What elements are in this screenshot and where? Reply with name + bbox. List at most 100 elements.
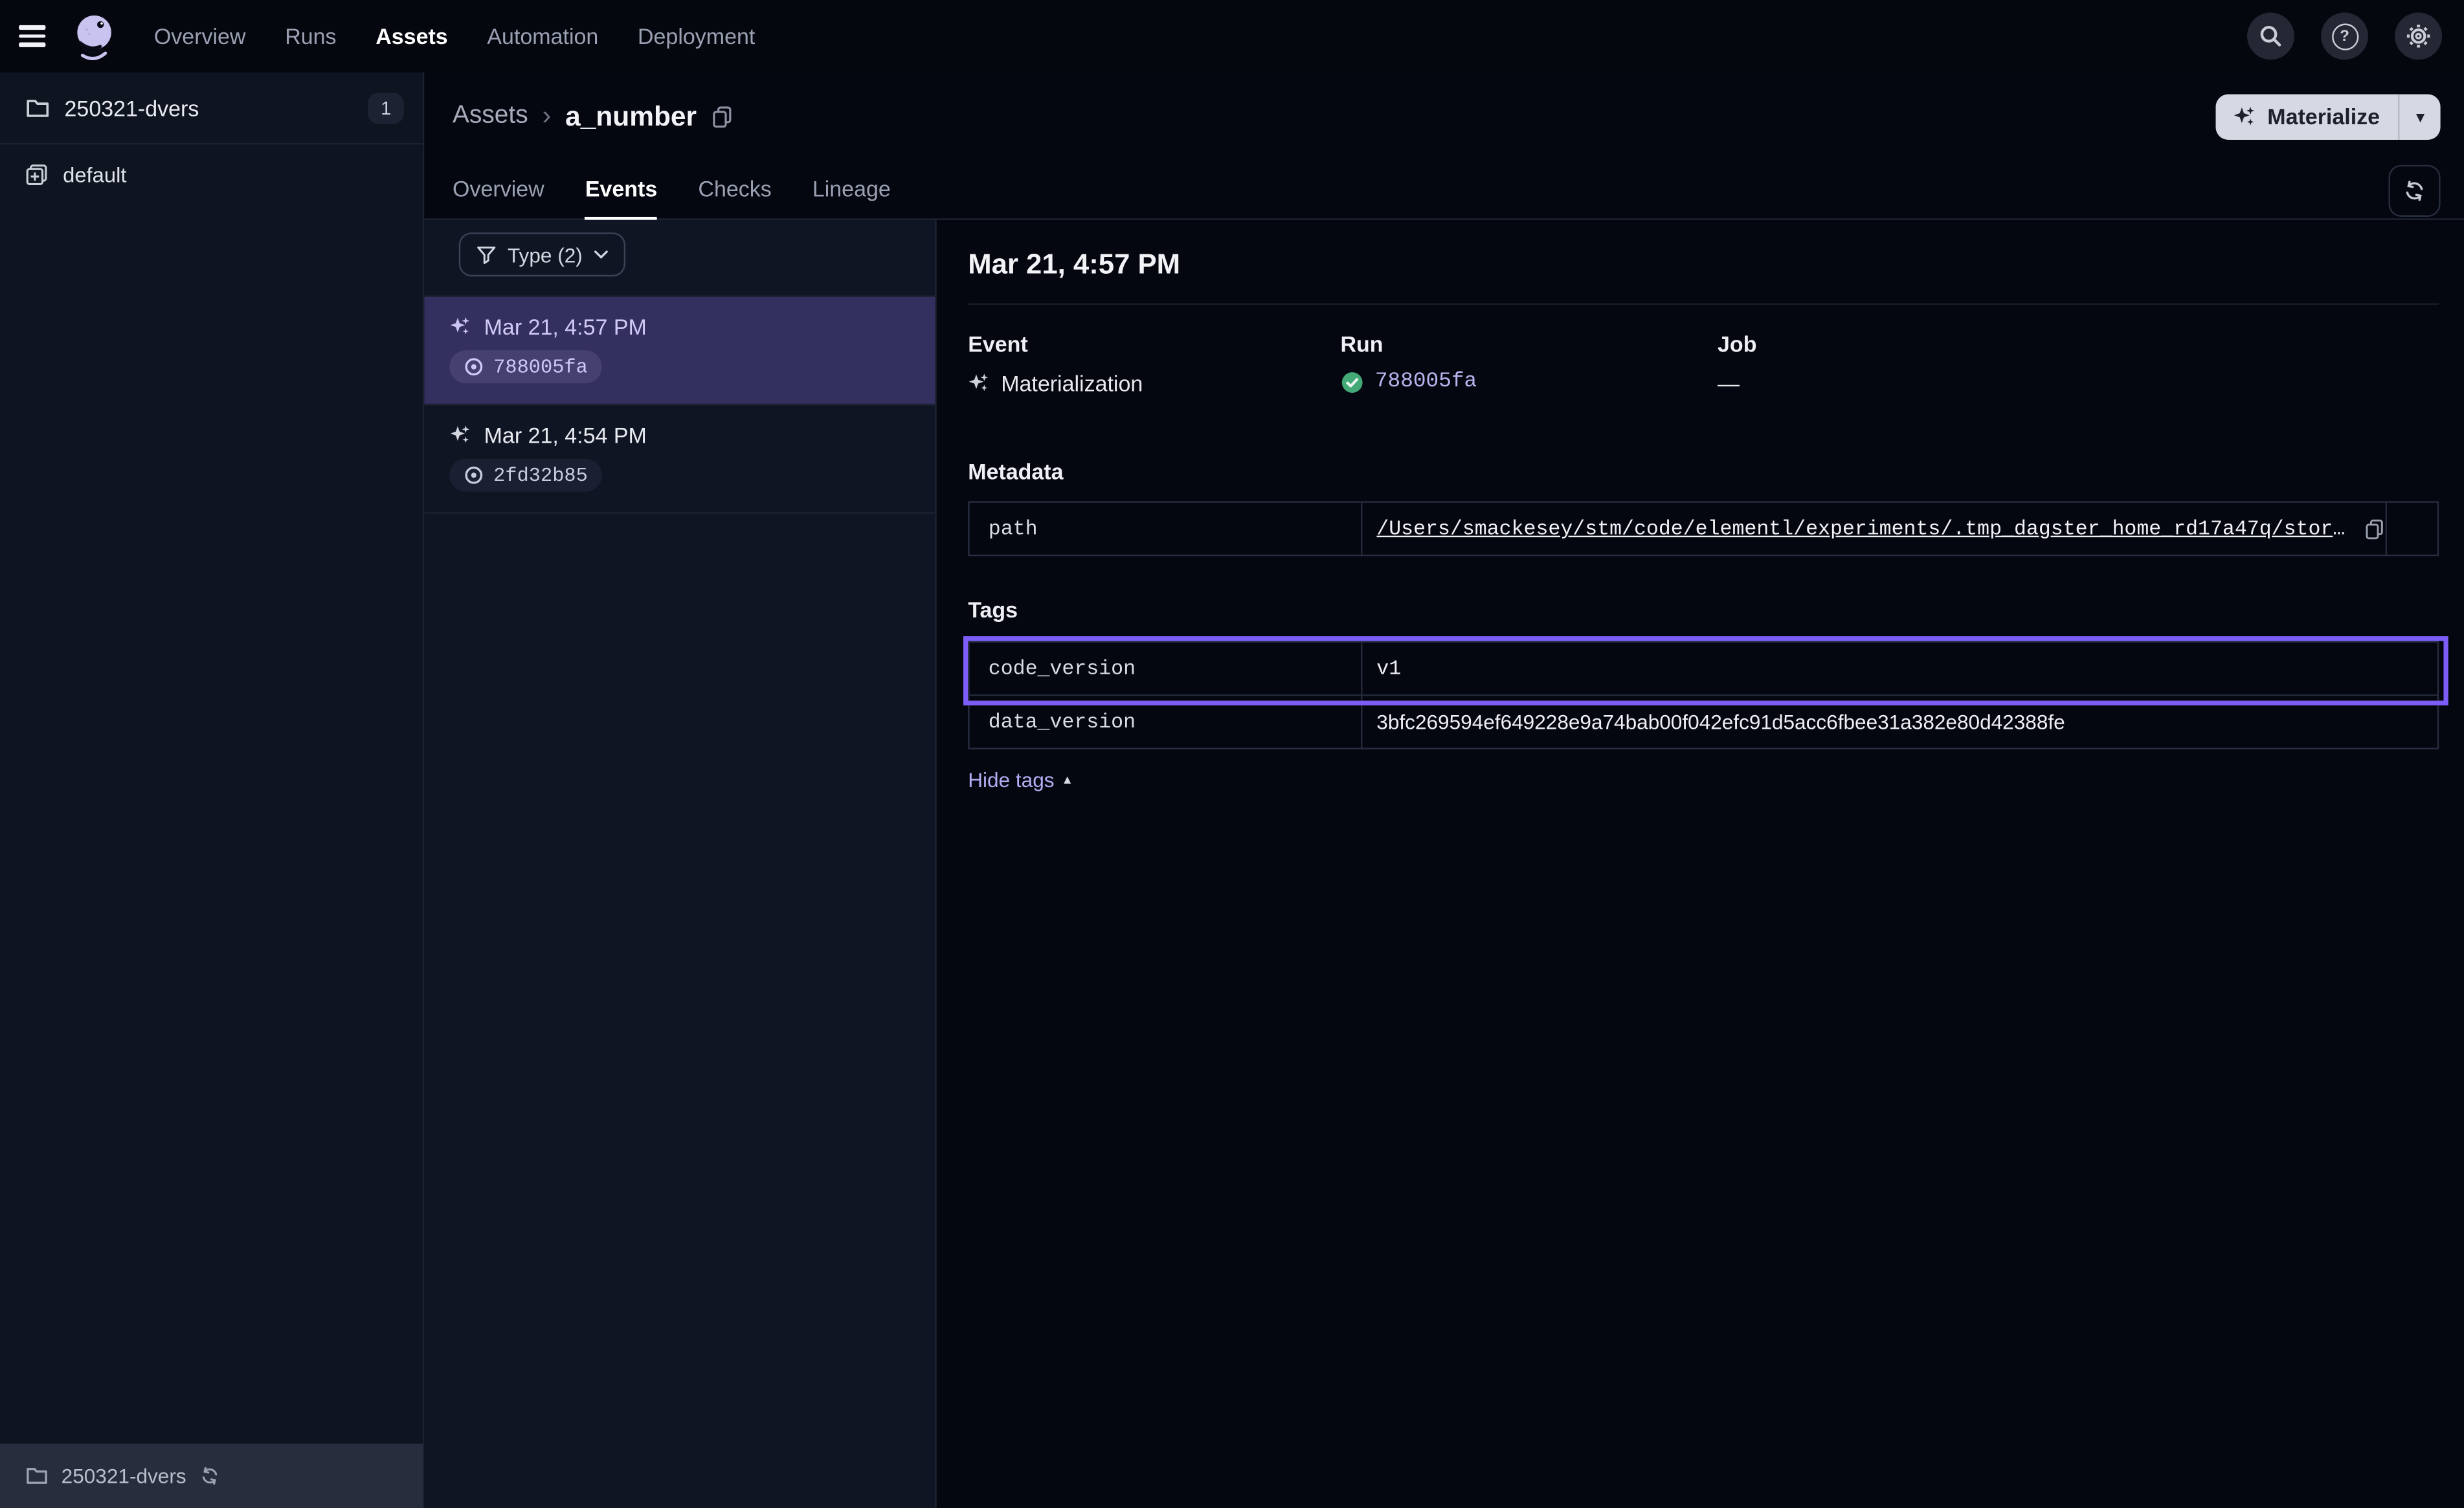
tab-overview[interactable]: Overview — [453, 161, 544, 220]
sidebar: 250321-dvers 1 default 250321-dvers — [0, 72, 424, 1508]
app-window: Overview Runs Assets Automation Deployme… — [0, 0, 2464, 1508]
metadata-row-path: path /Users/smackesey/stm/code/elementl/… — [970, 503, 2437, 555]
tab-events[interactable]: Events — [585, 161, 657, 220]
metadata-table: path /Users/smackesey/stm/code/elementl/… — [968, 501, 2439, 556]
folder-icon — [25, 1464, 49, 1487]
event-detail-panel: Mar 21, 4:57 PM Event — [937, 220, 2464, 1508]
run-id-link[interactable]: 788005fa — [1375, 371, 1477, 394]
event-type-filter[interactable]: Type (2) — [459, 232, 625, 276]
top-nav: Overview Runs Assets Automation Deployme… — [0, 0, 2464, 72]
run-id-text: 2fd32b85 — [493, 464, 588, 486]
search-button[interactable] — [2247, 12, 2294, 60]
materialize-button[interactable]: Materialize — [2215, 93, 2399, 139]
copy-asset-name-button[interactable] — [711, 104, 734, 128]
materialization-sparkle-icon — [968, 372, 990, 394]
help-button[interactable]: ? — [2321, 12, 2368, 60]
tag-row-code-version: code_version v1 — [970, 643, 2437, 694]
run-success-icon — [1340, 371, 1363, 394]
event-list-item[interactable]: Mar 21, 4:54 PM 2fd32b85 — [424, 405, 935, 513]
filter-label: Type (2) — [508, 243, 583, 266]
hide-tags-label: Hide tags — [968, 768, 1054, 792]
run-id-text: 788005fa — [493, 356, 588, 378]
metadata-key: path — [970, 503, 1363, 555]
run-status-icon — [464, 465, 484, 485]
main-panel: Assets › a_number — [424, 72, 2464, 1508]
materialize-split-button: Materialize ▾ — [2215, 93, 2440, 139]
tab-checks-label: Checks — [698, 176, 771, 201]
event-timestamp: Mar 21, 4:57 PM — [484, 314, 647, 339]
help-icon: ? — [2331, 23, 2358, 49]
copy-icon — [711, 104, 734, 128]
event-detail-title: Mar 21, 4:57 PM — [968, 249, 2439, 282]
copy-path-button[interactable] — [2364, 518, 2386, 540]
tag-key: code_version — [970, 643, 1363, 694]
divider — [968, 303, 2439, 304]
footer-repo-name: 250321-dvers — [62, 1464, 186, 1487]
materialize-sparkle-icon — [2233, 104, 2256, 128]
metadata-heading: Metadata — [968, 459, 2439, 484]
run-status-icon — [464, 357, 484, 377]
job-column-label: Job — [1718, 331, 2439, 357]
sidebar-group-label: default — [63, 162, 126, 186]
refresh-icon — [2402, 179, 2426, 203]
tag-value: 3bfc269594ef649228e9a74bab00f042efc91d5a… — [1376, 710, 2065, 733]
asset-tabs: Overview Events Checks Lineage — [424, 161, 2464, 220]
tag-key: data_version — [970, 696, 1363, 748]
metadata-actions-cell — [2386, 503, 2423, 555]
chevron-down-icon — [594, 250, 608, 260]
tags-table: code_version v1 data_version 3bfc269594e… — [968, 641, 2439, 749]
nav-item-automation[interactable]: Automation — [487, 23, 598, 49]
sidebar-repo-name: 250321-dvers — [65, 95, 199, 120]
search-icon — [2258, 23, 2283, 49]
tag-row-data-version: data_version 3bfc269594ef649228e9a74bab0… — [970, 694, 2437, 748]
tab-lineage[interactable]: Lineage — [812, 161, 891, 220]
folder-icon — [25, 95, 50, 120]
refresh-button[interactable] — [2388, 165, 2440, 217]
filter-funnel-icon — [476, 244, 497, 265]
primary-nav: Overview Runs Assets Automation Deployme… — [154, 23, 755, 49]
page-header: Assets › a_number — [424, 72, 2464, 161]
breadcrumb-assets-link[interactable]: Assets — [453, 102, 528, 131]
event-type-value: Materialization — [1001, 371, 1143, 396]
asset-group-icon — [25, 162, 49, 186]
hide-tags-link[interactable]: Hide tags ▴ — [968, 768, 1071, 792]
materialization-sparkle-icon — [449, 424, 471, 446]
nav-item-overview[interactable]: Overview — [154, 23, 246, 49]
materialization-sparkle-icon — [449, 316, 471, 338]
reload-icon[interactable] — [199, 1466, 219, 1487]
breadcrumb-separator: › — [542, 100, 551, 132]
tab-events-label: Events — [585, 176, 657, 201]
materialize-dropdown-button[interactable]: ▾ — [2401, 93, 2441, 139]
sidebar-repo-count-badge: 1 — [368, 92, 404, 124]
nav-item-runs[interactable]: Runs — [285, 23, 336, 49]
run-id-pill[interactable]: 2fd32b85 — [449, 459, 601, 492]
copy-icon — [2364, 518, 2386, 540]
event-list-item[interactable]: Mar 21, 4:57 PM 788005fa — [424, 297, 935, 405]
hamburger-menu-icon[interactable] — [19, 19, 53, 53]
run-column-label: Run — [1340, 331, 1718, 357]
tags-table-wrapper: code_version v1 data_version 3bfc269594e… — [968, 641, 2439, 749]
tags-heading: Tags — [968, 597, 2439, 622]
event-rows: Mar 21, 4:57 PM 788005fa — [424, 295, 935, 513]
sidebar-repo-row[interactable]: 250321-dvers 1 — [0, 72, 423, 145]
caret-down-icon: ▾ — [2416, 106, 2425, 127]
sidebar-item-default-group[interactable]: default — [0, 144, 423, 204]
nav-item-assets[interactable]: Assets — [375, 23, 447, 49]
dagster-logo[interactable] — [69, 11, 120, 61]
nav-item-deployment[interactable]: Deployment — [638, 23, 755, 49]
gear-icon — [2406, 23, 2431, 49]
tab-checks[interactable]: Checks — [698, 161, 771, 220]
sidebar-footer: 250321-dvers — [0, 1444, 423, 1508]
tag-value: v1 — [1376, 657, 1401, 680]
event-summary-columns: Event Materialization — [968, 331, 2439, 396]
run-id-pill[interactable]: 788005fa — [449, 350, 601, 383]
tab-overview-label: Overview — [453, 176, 544, 201]
chevron-up-icon: ▴ — [1064, 771, 1071, 789]
event-timestamp: Mar 21, 4:54 PM — [484, 423, 647, 448]
tab-lineage-label: Lineage — [812, 176, 891, 201]
metadata-path-link[interactable]: /Users/smackesey/stm/code/elementl/exper… — [1376, 517, 2351, 540]
event-list-panel: Type (2) — [424, 220, 936, 1508]
settings-button[interactable] — [2395, 12, 2442, 60]
materialize-label: Materialize — [2267, 104, 2380, 129]
event-column-label: Event — [968, 331, 1340, 357]
